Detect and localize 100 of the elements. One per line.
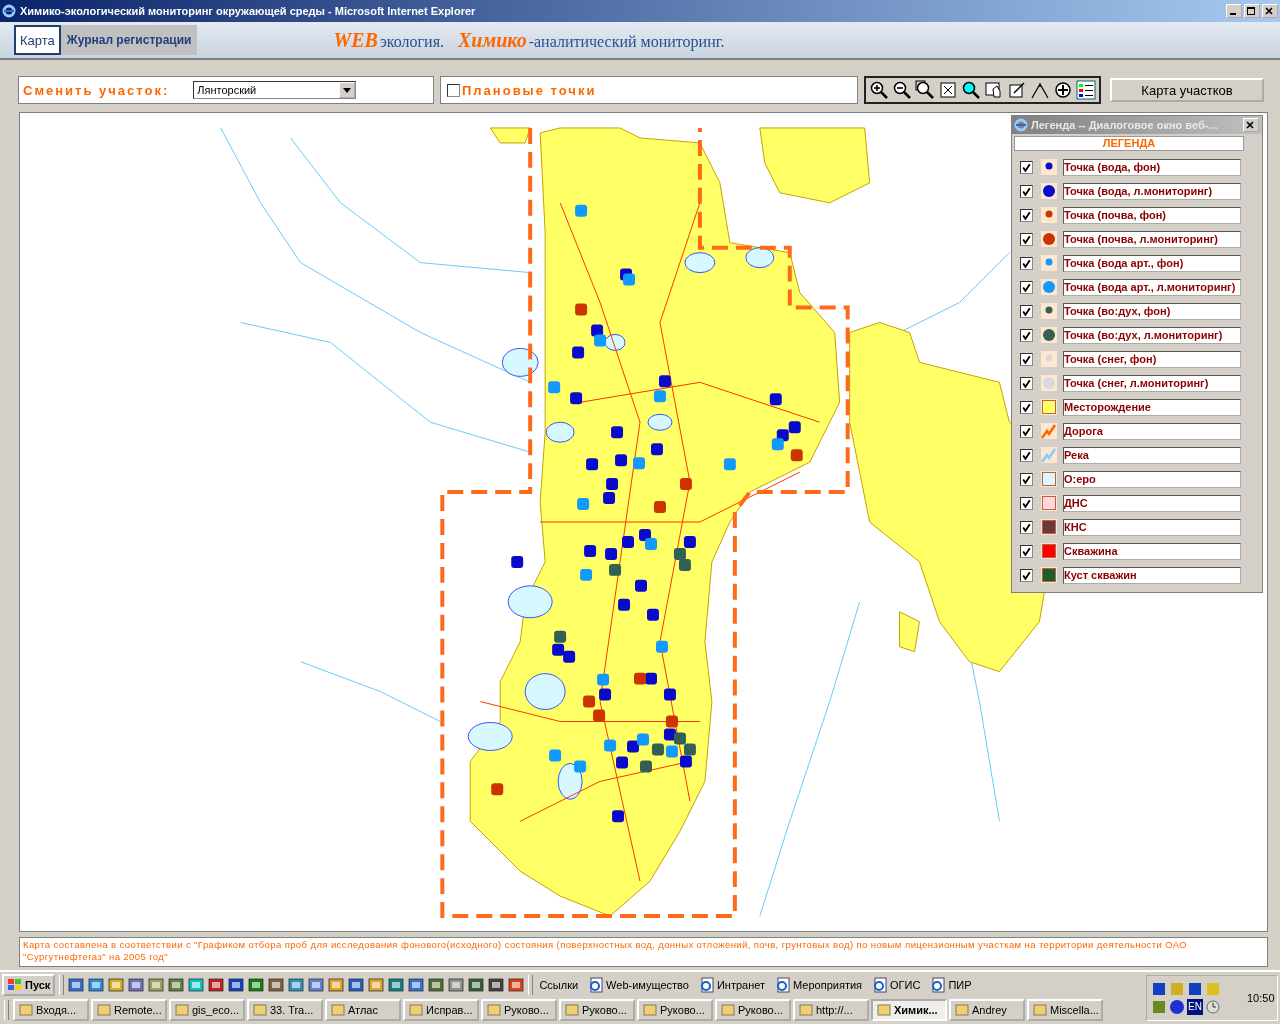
- sample-point-marker[interactable]: [549, 749, 562, 762]
- sample-point-marker[interactable]: [633, 457, 645, 470]
- link-button[interactable]: Мероприятия: [771, 976, 867, 993]
- maximize-button[interactable]: [1244, 4, 1260, 18]
- app-icon[interactable]: [348, 976, 365, 993]
- layer-checkbox[interactable]: [1020, 328, 1033, 342]
- app-icon[interactable]: [68, 976, 85, 993]
- tray-icon[interactable]: [1151, 981, 1167, 997]
- app-icon[interactable]: [148, 976, 165, 993]
- sample-point-marker[interactable]: [491, 783, 504, 796]
- sample-point-marker[interactable]: [572, 346, 585, 359]
- sample-point-marker[interactable]: [645, 672, 657, 685]
- layer-checkbox[interactable]: [1020, 424, 1033, 438]
- app-icon[interactable]: [408, 976, 425, 993]
- sample-point-marker[interactable]: [615, 454, 628, 467]
- planned-points-checkbox[interactable]: [447, 83, 460, 97]
- sample-point-marker[interactable]: [511, 555, 524, 568]
- search-button[interactable]: [960, 79, 982, 101]
- legend-button[interactable]: [1075, 79, 1097, 101]
- tray-icon[interactable]: [1169, 999, 1185, 1015]
- link-button[interactable]: ОГИС: [868, 976, 925, 993]
- sample-point-marker[interactable]: [640, 760, 652, 773]
- sample-point-marker[interactable]: [574, 760, 587, 773]
- sample-point-marker[interactable]: [606, 478, 619, 491]
- sample-point-marker[interactable]: [603, 492, 616, 505]
- zoom-window-button[interactable]: [914, 79, 936, 101]
- layer-checkbox[interactable]: [1020, 280, 1033, 294]
- sample-point-marker[interactable]: [639, 529, 651, 541]
- app-icon[interactable]: [88, 976, 105, 993]
- layer-checkbox[interactable]: [1020, 160, 1033, 174]
- layer-checkbox[interactable]: [1020, 568, 1033, 582]
- app-icon[interactable]: [448, 976, 465, 993]
- link-button[interactable]: Web-имущество: [584, 976, 693, 993]
- taskbar-button[interactable]: Руково...: [715, 998, 791, 1021]
- layer-checkbox[interactable]: [1020, 232, 1033, 246]
- sample-point-marker[interactable]: [594, 334, 607, 347]
- area-dropdown[interactable]: Лянторский: [193, 81, 357, 99]
- full-extent-button[interactable]: [937, 79, 959, 101]
- taskbar-button[interactable]: gis_eco...: [169, 998, 245, 1021]
- taskbar-button[interactable]: Атлас: [325, 998, 401, 1021]
- sample-point-marker[interactable]: [586, 458, 599, 471]
- sample-point-marker[interactable]: [611, 426, 624, 439]
- taskbar-button[interactable]: Химик...: [871, 998, 947, 1021]
- app-icon[interactable]: [168, 976, 185, 993]
- layer-checkbox[interactable]: [1020, 184, 1033, 198]
- layer-checkbox[interactable]: [1020, 208, 1033, 222]
- layer-checkbox[interactable]: [1020, 472, 1033, 486]
- taskbar-button[interactable]: Руково...: [637, 998, 713, 1021]
- tray-icon[interactable]: [1187, 981, 1203, 997]
- taskbar-button[interactable]: 33. Tra...: [247, 998, 323, 1021]
- layer-checkbox[interactable]: [1020, 256, 1033, 270]
- tray-icon[interactable]: [1151, 999, 1167, 1015]
- center-button[interactable]: [1052, 79, 1074, 101]
- layer-checkbox[interactable]: [1020, 496, 1033, 510]
- tab[interactable]: Журнал регистрации: [60, 25, 198, 55]
- sample-point-marker[interactable]: [616, 756, 628, 769]
- app-icon[interactable]: [268, 976, 285, 993]
- layer-checkbox[interactable]: [1020, 400, 1033, 414]
- taskbar-button[interactable]: Remote...: [91, 998, 167, 1021]
- app-icon[interactable]: [128, 976, 145, 993]
- sample-point-marker[interactable]: [645, 537, 657, 550]
- taskbar-button[interactable]: Andrey: [949, 998, 1025, 1021]
- minimize-button[interactable]: [1226, 4, 1242, 18]
- app-icon[interactable]: [248, 976, 265, 993]
- layer-checkbox[interactable]: [1020, 448, 1033, 462]
- taskbar-button[interactable]: http://...: [793, 998, 869, 1021]
- link-button[interactable]: ПИР: [926, 976, 976, 993]
- app-icon[interactable]: [308, 976, 325, 993]
- sample-point-marker[interactable]: [548, 381, 561, 394]
- link-button[interactable]: Интранет: [694, 976, 770, 993]
- sample-point-marker[interactable]: [577, 498, 590, 511]
- taskbar-button[interactable]: Miscella...: [1027, 998, 1103, 1021]
- zoom-out-button[interactable]: [891, 79, 913, 101]
- zoom-in-button[interactable]: [868, 79, 890, 101]
- app-icon[interactable]: [428, 976, 445, 993]
- taskbar-button[interactable]: Исправ...: [403, 998, 479, 1021]
- edit-button[interactable]: [1006, 79, 1028, 101]
- taskbar-button[interactable]: Руково...: [481, 998, 557, 1021]
- layer-checkbox[interactable]: [1020, 544, 1033, 558]
- app-icon[interactable]: [288, 976, 305, 993]
- sample-point-marker[interactable]: [612, 810, 625, 823]
- start-button[interactable]: Пуск: [2, 973, 56, 996]
- layer-checkbox[interactable]: [1020, 304, 1033, 318]
- layer-checkbox[interactable]: [1020, 352, 1033, 366]
- areas-map-button[interactable]: Карта участков: [1110, 78, 1264, 102]
- app-icon[interactable]: [488, 976, 505, 993]
- layer-checkbox[interactable]: [1020, 520, 1033, 534]
- sample-point-marker[interactable]: [570, 392, 583, 405]
- sample-point-marker[interactable]: [604, 739, 617, 752]
- taskbar-button[interactable]: Руково...: [559, 998, 635, 1021]
- sample-point-marker[interactable]: [635, 579, 647, 592]
- app-icon[interactable]: [388, 976, 405, 993]
- layer-checkbox[interactable]: [1020, 376, 1033, 390]
- tab[interactable]: Карта: [14, 25, 61, 55]
- app-icon[interactable]: [508, 976, 525, 993]
- language-indicator[interactable]: EN: [1187, 999, 1203, 1015]
- app-icon[interactable]: [468, 976, 485, 993]
- close-button[interactable]: [1243, 118, 1259, 132]
- app-icon[interactable]: [208, 976, 225, 993]
- taskbar-button[interactable]: Входя...: [13, 998, 89, 1021]
